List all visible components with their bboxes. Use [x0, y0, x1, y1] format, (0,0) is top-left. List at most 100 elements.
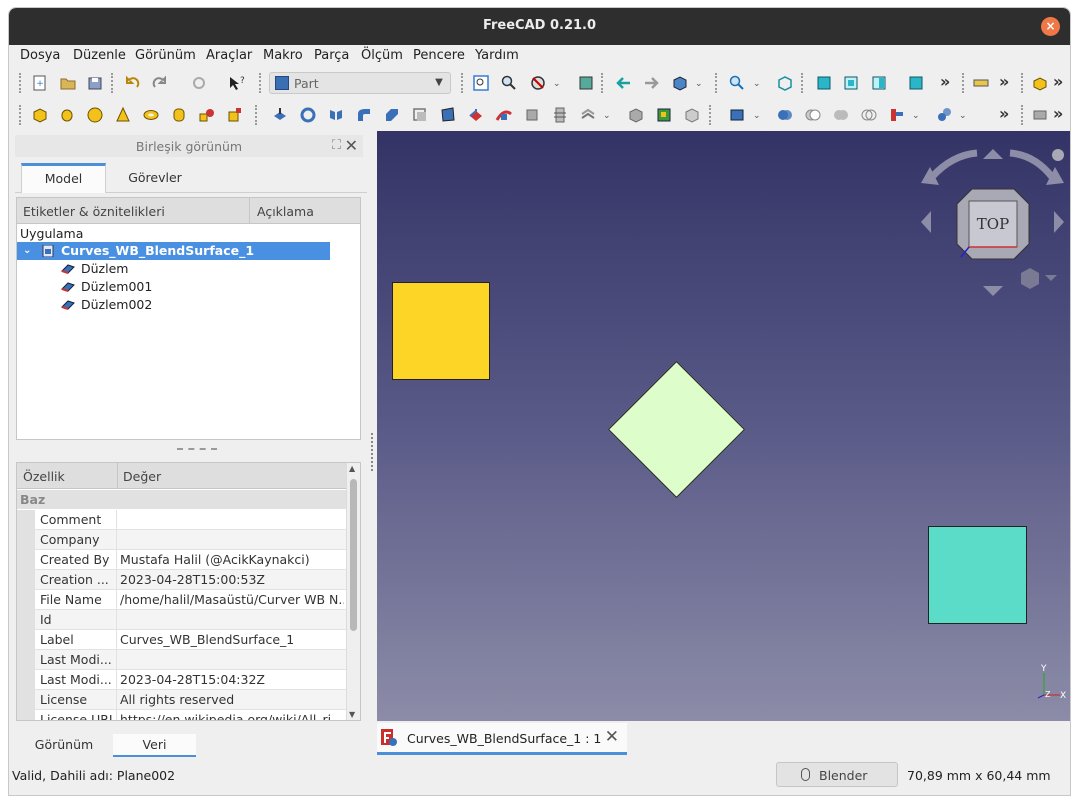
chevron-down-icon[interactable]: ⌄ [912, 111, 920, 121]
pan-up-arrow-icon[interactable] [983, 149, 1003, 159]
mirror-icon[interactable] [327, 106, 345, 124]
toolbar-overflow-button[interactable]: » [999, 72, 1009, 91]
loft-icon[interactable] [467, 106, 485, 124]
primitives-icon[interactable] [198, 106, 216, 124]
property-group-baz[interactable]: Baz [17, 490, 346, 509]
tab-document-view[interactable]: Curves_WB_BlendSurface_1 : 1 ✕ [377, 723, 627, 755]
compound-tools-icon[interactable] [728, 106, 746, 124]
cross-sections-icon[interactable] [551, 106, 569, 124]
panel-splitter-handle[interactable] [177, 448, 217, 452]
toolbar-grip[interactable] [111, 73, 115, 93]
part-design-icon[interactable] [1031, 74, 1049, 92]
menu-parca[interactable]: Parça [314, 48, 349, 63]
close-tab-icon[interactable]: ✕ [605, 727, 619, 747]
menu-araclar[interactable]: Araçlar [206, 48, 252, 63]
menu-makro[interactable]: Makro [263, 48, 303, 63]
toolbar-overflow-button[interactable]: » [1053, 104, 1063, 123]
tab-gorevler[interactable]: Görevler [110, 163, 200, 193]
fillet-icon[interactable] [355, 106, 373, 124]
whats-this-icon[interactable]: ? [227, 74, 245, 92]
toolbar-grip[interactable] [1021, 105, 1025, 125]
pale-green-plane[interactable] [607, 360, 746, 499]
torus-primitive-icon[interactable] [142, 106, 160, 124]
scroll-up-icon[interactable]: ▲ [349, 464, 355, 473]
fit-selection-icon[interactable] [500, 74, 518, 92]
float-panel-icon[interactable]: ⛶ [332, 138, 341, 153]
tube-primitive-icon[interactable] [170, 106, 188, 124]
redo-icon[interactable] [151, 74, 169, 92]
cube-menu-icon[interactable] [1021, 268, 1039, 289]
rotate-right-arrow-icon[interactable] [1009, 149, 1055, 180]
tab-veri[interactable]: Veri [113, 734, 196, 758]
tab-model[interactable]: Model [21, 163, 106, 193]
close-window-button[interactable]: × [1041, 17, 1060, 36]
chevron-down-icon[interactable]: ⌄ [695, 79, 703, 89]
bounding-box-icon[interactable] [577, 74, 595, 92]
toolbar-grip[interactable] [1021, 73, 1025, 93]
pan-left-arrow-icon[interactable] [921, 211, 931, 233]
toolbar-grip[interactable] [19, 105, 23, 125]
front-view-icon[interactable] [815, 74, 833, 92]
back-arrow-icon[interactable] [615, 74, 633, 92]
menu-olcum[interactable]: Ölçüm [361, 48, 403, 63]
property-row[interactable]: Comment [17, 510, 346, 530]
menu-pencere[interactable]: Pencere [413, 48, 465, 63]
open-folder-icon[interactable] [59, 74, 77, 92]
toolbar-grip[interactable] [259, 73, 263, 93]
zoom-icon[interactable] [728, 74, 746, 92]
workbench-selector[interactable]: Part ▼ [269, 72, 451, 94]
property-value[interactable]: All rights reserved [120, 690, 344, 709]
cut-icon[interactable] [804, 106, 822, 124]
property-column-value[interactable]: Değer [123, 469, 161, 484]
property-row[interactable]: License All rights reserved [17, 690, 346, 710]
dock-resize-handle[interactable] [371, 433, 373, 471]
box-primitive-icon[interactable] [31, 106, 49, 124]
chevron-down-icon[interactable]: ⌄ [603, 111, 611, 121]
make-face-icon[interactable] [411, 106, 429, 124]
cone-primitive-icon[interactable] [114, 106, 132, 124]
property-row[interactable]: Created By Mustafa Halil (@AcikKaynakci) [17, 550, 346, 570]
toolbar-grip[interactable] [801, 73, 805, 93]
navcube-menu-icon[interactable] [1052, 149, 1064, 161]
property-value[interactable]: Mustafa Halil (@AcikKaynakci) [120, 550, 344, 569]
tree-item-plane002[interactable]: Düzlem002 [17, 296, 330, 314]
property-row[interactable]: Id [17, 610, 346, 630]
measure-linear-icon[interactable] [1031, 106, 1049, 124]
new-document-icon[interactable]: + [31, 74, 49, 92]
cylinder-primitive-icon[interactable] [58, 106, 76, 124]
toolbar-overflow-button[interactable]: » [1053, 72, 1063, 91]
revolve-icon[interactable] [299, 106, 317, 124]
tree-item-plane001[interactable]: Düzlem001 [17, 278, 330, 296]
property-row[interactable]: License URL https://en.wikipedia.org/wiki… [17, 710, 346, 720]
top-view-icon[interactable] [842, 74, 860, 92]
chevron-down-icon[interactable]: ⌄ [753, 111, 761, 121]
toolbar-grip[interactable] [255, 105, 259, 125]
thickness-icon[interactable] [627, 106, 645, 124]
property-value[interactable]: Curves_WB_BlendSurface_1 [120, 630, 344, 649]
rotate-left-arrow-icon[interactable] [929, 149, 978, 180]
tab-gorunum[interactable]: Görünüm [15, 734, 113, 758]
ruled-surface-icon[interactable] [439, 106, 457, 124]
chevron-down-icon[interactable]: ⌄ [553, 79, 561, 89]
sweep-icon[interactable] [495, 106, 513, 124]
offset-icon[interactable] [579, 106, 597, 124]
forward-arrow-icon[interactable] [642, 74, 660, 92]
common-icon[interactable] [860, 106, 878, 124]
pan-right-arrow-icon[interactable] [1054, 211, 1064, 233]
save-icon[interactable] [86, 74, 104, 92]
property-value[interactable]: 2023-04-28T15:04:32Z [120, 670, 344, 689]
tree-column-description[interactable]: Açıklama [257, 204, 314, 219]
toolbar-grip[interactable] [19, 73, 23, 93]
fit-all-icon[interactable] [472, 74, 490, 92]
navcube-top-face[interactable]: TOP [977, 215, 1009, 233]
pan-down-arrow-icon[interactable] [983, 286, 1003, 296]
menu-yardim[interactable]: Yardım [475, 48, 519, 63]
navigation-cube[interactable]: TOP [917, 139, 1067, 299]
chamfer-icon[interactable] [383, 106, 401, 124]
color-per-face-icon[interactable] [683, 106, 701, 124]
extrude-icon[interactable] [271, 106, 289, 124]
toolbar-grip[interactable] [962, 73, 966, 93]
yellow-plane[interactable] [392, 282, 490, 380]
measure-icon[interactable] [972, 74, 990, 92]
toolbar-grip[interactable] [601, 73, 605, 93]
